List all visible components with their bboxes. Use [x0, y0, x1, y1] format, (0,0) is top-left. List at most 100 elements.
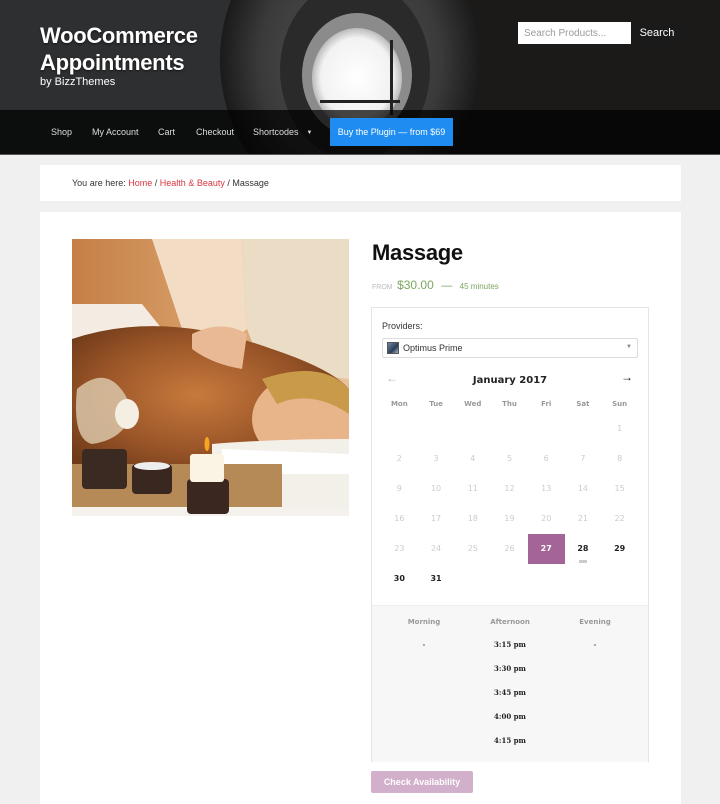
calendar-day-unavailable: 17 [430, 514, 442, 523]
price-prefix: FROM [372, 284, 393, 291]
calendar-day-unavailable: 1 [617, 424, 623, 433]
calendar-day-unavailable: 20 [541, 514, 552, 523]
calendar-empty-cell [418, 414, 455, 444]
breadcrumb-home[interactable]: Home [128, 178, 152, 188]
calendar-day-unavailable: 3 [433, 454, 439, 463]
weekday-label: Wed [464, 400, 482, 408]
time-slot-empty: - [422, 640, 426, 649]
calendar-empty-cell [491, 564, 528, 594]
main-nav: Shop My Account Cart Checkout Shortcodes… [0, 110, 720, 154]
calendar-day-unavailable: 2 [396, 454, 402, 463]
calendar-day-available[interactable]: 31 [418, 564, 455, 594]
time-slot[interactable]: 3:15 pm [464, 640, 556, 664]
calendar-month-label: January 2017 [472, 375, 548, 386]
calendar-day-unavailable: 22 [614, 514, 625, 523]
time-slot[interactable]: 4:15 pm [464, 736, 556, 760]
calendar-weekday-row: Mon Tue Wed Thu Fri Sat Sun [381, 394, 638, 414]
breadcrumb-current: Massage [232, 178, 269, 188]
weekday-label: Fri [541, 400, 552, 408]
breadcrumb-separator: / [227, 178, 230, 188]
calendar-week-row: 23 24 25 26 27 28 29 [381, 534, 638, 564]
calendar-day-unavailable: 13 [541, 484, 552, 493]
nav-item-shortcodes-label: Shortcodes [253, 127, 299, 137]
slot-column-header: Afternoon [490, 618, 530, 626]
time-slots: Morning - Afternoon 3:15 pm 3:30 pm 3:45… [372, 605, 648, 762]
calendar-empty-cell [601, 564, 638, 594]
calendar-empty-cell [565, 564, 602, 594]
calendar-day-available[interactable]: 30 [381, 564, 418, 594]
calendar-day-unavailable: 19 [504, 514, 515, 523]
calendar-day-unavailable: 26 [504, 544, 515, 553]
calendar-day-unavailable: 15 [614, 484, 625, 493]
calendar-empty-cell [528, 564, 565, 594]
calendar-day-unavailable: 23 [394, 544, 405, 553]
calendar-day-unavailable: 21 [577, 514, 589, 523]
today-indicator [578, 560, 587, 563]
calendar-day-unavailable: 7 [580, 454, 586, 463]
calendar-day-unavailable: 25 [467, 544, 478, 553]
calendar-grid: Mon Tue Wed Thu Fri Sat Sun 1 2 3 4 5 6 7 8 9 10 1… [381, 394, 638, 594]
calendar-week-row: 1 [381, 414, 638, 444]
search-button[interactable]: Search [633, 22, 681, 44]
slot-column-header: Evening [579, 618, 611, 626]
calendar-empty-cell [454, 414, 491, 444]
check-availability-button[interactable]: Check Availability [371, 771, 473, 793]
nav-item-shop[interactable]: Shop [51, 110, 72, 154]
time-slot[interactable]: 4:00 pm [464, 712, 556, 736]
providers-label: Providers: [382, 321, 423, 331]
site-subtitle: by BizzThemes [40, 76, 116, 88]
calendar-day-available[interactable]: 28 [565, 534, 602, 564]
time-slot[interactable]: 3:45 pm [464, 688, 556, 712]
weekday-label: Sun [612, 400, 628, 408]
breadcrumb-health-beauty[interactable]: Health & Beauty [160, 178, 225, 188]
buy-plugin-button[interactable]: Buy the Plugin — from $69 [330, 118, 453, 146]
calendar-day-unavailable: 5 [506, 454, 513, 463]
nav-item-checkout[interactable]: Checkout [196, 110, 234, 154]
calendar-day-available[interactable]: 29 [601, 534, 638, 564]
calendar-day-unavailable: 4 [470, 454, 476, 463]
calendar-day-selected[interactable]: 27 [527, 534, 565, 564]
time-slot-empty: - [593, 640, 597, 649]
weekday-label: Tue [429, 400, 443, 408]
product-image[interactable] [72, 239, 349, 516]
calendar-day-unavailable: 18 [467, 514, 478, 523]
massage-photo [72, 239, 349, 516]
nav-item-shortcodes[interactable]: Shortcodes ▼ [253, 110, 312, 154]
search-products-input[interactable] [518, 22, 631, 44]
provider-selected-value: Optimus Prime [403, 343, 463, 353]
slot-column-afternoon: Afternoon 3:15 pm 3:30 pm 3:45 pm 4:00 p… [464, 618, 556, 760]
price-dash: — [441, 280, 453, 292]
product-duration: 45 minutes [459, 282, 499, 291]
calendar-week-row: 2 3 4 5 6 7 8 [381, 444, 638, 474]
calendar-week-row: 16 17 18 19 20 21 22 [381, 504, 638, 534]
weekday-label: Mon [390, 400, 408, 408]
calendar-day-unavailable: 10 [430, 484, 442, 493]
calendar-weeks: 1 2 3 4 5 6 7 8 9 10 11 12 13 14 15 16 17 18 19 20 21 22 23 24 2… [381, 414, 638, 594]
breadcrumb-prefix: You are here: [72, 178, 126, 188]
calendar-day-unavailable: 8 [617, 454, 623, 463]
calendar-week-row: 9 10 11 12 13 14 15 [381, 474, 638, 504]
chevron-down-icon: ▼ [626, 344, 632, 350]
product-card: Massage FROM $30.00 — 45 minutes Provide… [40, 212, 681, 804]
caret-down-icon: ▼ [306, 129, 313, 136]
product-price: $30.00 [397, 278, 434, 292]
calendar-week-row: 30 31 [381, 564, 638, 594]
provider-select[interactable]: Optimus Prime ▼ [382, 338, 638, 358]
slot-column-morning: Morning - [378, 618, 470, 664]
slot-column-evening: Evening - [549, 618, 641, 664]
header-divider [0, 154, 720, 155]
arrow-right-icon[interactable]: → [621, 370, 633, 384]
calendar-day-unavailable: 6 [543, 454, 549, 463]
breadcrumb-separator: / [154, 178, 158, 188]
time-slot[interactable]: 3:30 pm [464, 664, 556, 688]
calendar-empty-cell [381, 414, 418, 444]
nav-item-cart[interactable]: Cart [158, 110, 175, 154]
nav-item-my-account[interactable]: My Account [92, 110, 139, 154]
calendar-day-unavailable: 9 [396, 484, 402, 493]
calendar-empty-cell [565, 414, 602, 444]
site-title[interactable]: WooCommerce Appointments [40, 22, 240, 76]
price-line: FROM $30.00 — 45 minutes [372, 276, 499, 294]
calendar-day-unavailable: 14 [577, 484, 589, 493]
calendar-day-unavailable: 12 [504, 484, 515, 493]
slot-column-header: Morning [407, 618, 441, 626]
